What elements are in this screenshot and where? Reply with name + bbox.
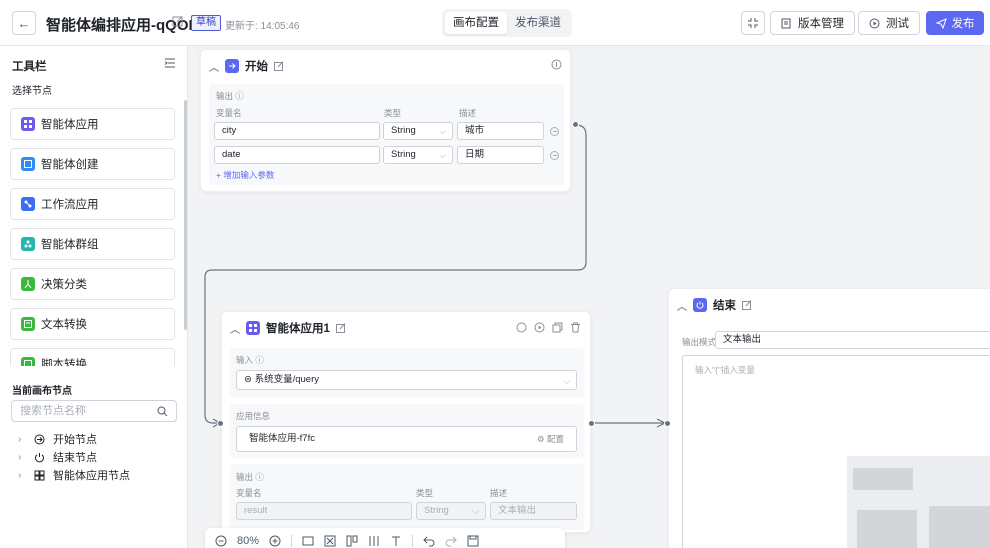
col-type: 类型 <box>416 488 434 498</box>
var-type-value: String <box>391 125 416 136</box>
config-link[interactable]: ⚙ 配置 <box>537 427 564 451</box>
col-name: 变量名 <box>216 108 242 118</box>
var-desc-field[interactable]: 城市 <box>457 122 544 140</box>
output-port[interactable] <box>572 121 579 128</box>
output-port[interactable] <box>588 420 595 427</box>
input-label: 输入 ⓘ <box>236 355 264 365</box>
var-type-value: String <box>391 149 416 160</box>
minimap-node <box>929 506 990 548</box>
input-variable-value: ⊜ 系统变量/query <box>244 374 320 385</box>
output-mode-select[interactable]: 文本输出 <box>715 331 990 349</box>
chevron-down-icon: ⌵ <box>439 150 446 160</box>
remove-row-icon[interactable] <box>550 127 559 136</box>
var-desc-field[interactable]: 日期 <box>457 146 544 164</box>
agent-node-title: 智能体应用1 <box>266 323 330 335</box>
start-node[interactable]: ︿ 开始 输出 ⓘ 变量名 类型 描述 city String ⌵ 城市 date… <box>200 49 571 192</box>
chevron-up-icon[interactable]: ︿ <box>677 298 687 313</box>
col-desc: 描述 <box>490 488 508 498</box>
col-name: 变量名 <box>236 488 262 498</box>
chevron-up-icon[interactable]: ︿ <box>209 59 219 74</box>
node-actions <box>516 322 581 333</box>
chevron-up-icon[interactable]: ︿ <box>230 321 240 336</box>
chevron-down-icon: ⌵ <box>563 376 570 386</box>
columns-icon[interactable] <box>368 535 380 547</box>
col-desc: 描述 <box>459 108 477 118</box>
edit-icon[interactable] <box>742 300 752 310</box>
app-info-panel: 应用信息 智能体应用-f7fc ⚙ 配置 <box>230 404 584 458</box>
chevron-down-icon: ⌵ <box>439 126 446 136</box>
var-name-field[interactable]: city <box>214 122 380 140</box>
app-info-label: 应用信息 <box>236 411 271 421</box>
auto-layout-icon[interactable] <box>324 535 336 547</box>
agent-output-panel: 输出 ⓘ 变量名 类型 描述 result String ⌵ 文本输出 <box>230 464 584 530</box>
edit-icon[interactable] <box>274 61 284 71</box>
var-name-field[interactable]: date <box>214 146 380 164</box>
output-var-type-value: String <box>424 505 449 516</box>
redo-icon[interactable] <box>445 535 457 547</box>
start-output-panel: 输出 ⓘ 变量名 类型 描述 city String ⌵ 城市 date Stri… <box>209 84 564 185</box>
minimap-node <box>857 510 917 548</box>
play-icon[interactable] <box>534 322 545 333</box>
col-type: 类型 <box>384 108 402 118</box>
add-param-button[interactable]: + 增加输入参数 <box>216 169 274 181</box>
output-mode-label: 输出模式 <box>682 337 717 347</box>
copy-icon[interactable] <box>552 322 563 333</box>
output-var-type: String ⌵ <box>416 502 486 520</box>
agent-node-header: ︿ 智能体应用1 <box>230 320 346 336</box>
grid-icon <box>246 321 260 335</box>
input-port[interactable] <box>664 420 671 427</box>
align-icon[interactable] <box>346 535 358 547</box>
branch-icon[interactable] <box>390 535 402 547</box>
info-icon[interactable] <box>551 59 562 70</box>
var-type-select[interactable]: String ⌵ <box>383 146 453 164</box>
var-type-select[interactable]: String ⌵ <box>383 122 453 140</box>
input-port[interactable] <box>217 420 224 427</box>
zoom-level: 80% <box>237 535 260 547</box>
input-variable-select[interactable]: ⊜ 系统变量/query ⌵ <box>236 370 577 390</box>
start-icon <box>225 59 239 73</box>
canvas-toolbar: 80% <box>205 528 565 548</box>
divider <box>291 535 293 547</box>
end-node-header: ︿ 结束 <box>677 297 752 313</box>
delete-icon[interactable] <box>570 322 581 333</box>
app-select-card[interactable]: 智能体应用-f7fc ⚙ 配置 <box>236 426 577 452</box>
zoom-out-icon[interactable] <box>215 535 227 547</box>
minimap-node <box>853 468 913 490</box>
save-icon[interactable] <box>467 535 479 547</box>
agent-app-node[interactable]: ︿ 智能体应用1 输入 ⓘ ⊜ 系统变量/query ⌵ 应用信息 智能体应用-… <box>221 311 591 533</box>
input-panel: 输入 ⓘ ⊜ 系统变量/query ⌵ <box>230 348 584 398</box>
edit-icon[interactable] <box>335 323 346 333</box>
zoom-in-icon[interactable] <box>269 535 281 547</box>
power-icon <box>693 298 707 312</box>
end-node-title: 结束 <box>713 300 736 312</box>
info-icon[interactable] <box>516 322 527 333</box>
start-node-header: ︿ 开始 <box>209 58 284 74</box>
output-var-name: result <box>236 502 412 520</box>
undo-icon[interactable] <box>423 535 435 547</box>
fit-view-icon[interactable] <box>302 535 314 547</box>
chevron-down-icon: ⌵ <box>472 506 479 516</box>
divider <box>412 535 414 547</box>
start-node-title: 开始 <box>245 61 268 73</box>
output-label: 输出 ⓘ <box>216 91 244 101</box>
output-label: 输出 ⓘ <box>236 472 264 482</box>
remove-row-icon[interactable] <box>550 151 559 160</box>
app-name: 智能体应用-f7fc <box>249 433 315 444</box>
textarea-placeholder: 输入"{"插入变量 <box>695 365 755 375</box>
minimap[interactable] <box>847 456 990 548</box>
output-var-desc: 文本输出 <box>490 502 577 520</box>
